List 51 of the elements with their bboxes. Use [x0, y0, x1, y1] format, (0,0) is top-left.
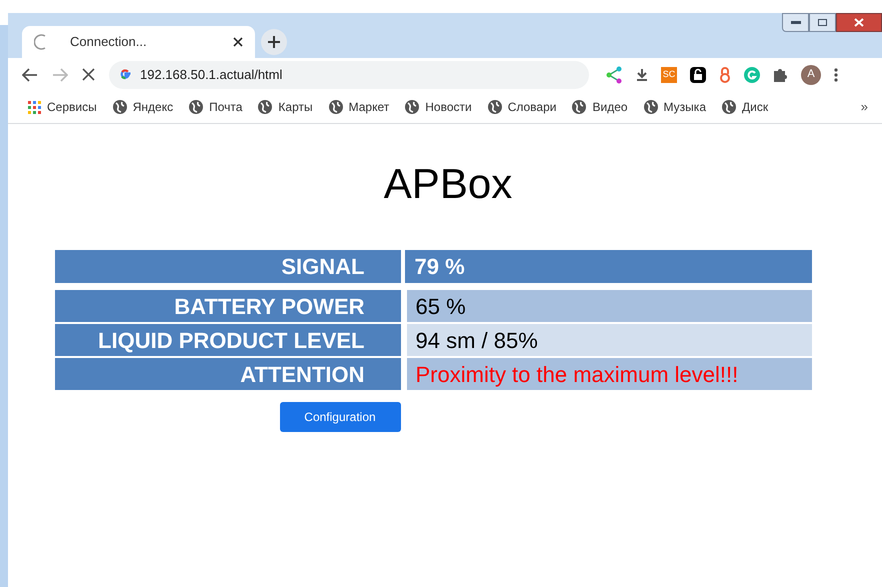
- value-cell: 65 %: [406, 290, 812, 322]
- globe-icon: [328, 100, 343, 114]
- close-icon: [854, 18, 864, 27]
- bookmark-link[interactable]: Видео: [592, 98, 628, 116]
- page-title: APBox: [384, 160, 512, 208]
- address-bar[interactable]: 192.168.50.1.actual/html: [109, 60, 589, 88]
- close-button[interactable]: [836, 13, 882, 32]
- maximize-button[interactable]: [809, 13, 836, 32]
- bookmark-link[interactable]: Почта: [209, 98, 242, 116]
- value-cell: 94 sm / 85%: [406, 324, 812, 356]
- bookmark-link[interactable]: Новости: [425, 98, 472, 116]
- value-cell: Proximity to the maximum level!!!: [406, 358, 812, 390]
- globe-icon: [572, 100, 586, 114]
- bookmark-link[interactable]: Маркет: [348, 98, 390, 116]
- label-cell: ATTENTION: [54, 358, 400, 390]
- close-icon[interactable]: [233, 37, 243, 47]
- globe-icon: [488, 100, 502, 114]
- globe-icon: [405, 100, 420, 114]
- bookmark-link[interactable]: Музыка: [664, 98, 706, 116]
- puzzle-icon[interactable]: [773, 67, 788, 82]
- share-icon[interactable]: [605, 66, 623, 84]
- menu-icon[interactable]: [834, 68, 838, 82]
- globe-icon: [189, 100, 204, 114]
- browser-tab[interactable]: Connection...: [22, 26, 255, 58]
- new-tab-button[interactable]: [261, 29, 287, 55]
- label-cell: LIQUID PRODUCT LEVEL: [54, 324, 400, 356]
- loading-icon: [34, 34, 48, 50]
- bookmark-link[interactable]: Карты: [278, 98, 313, 116]
- label-cell: SIGNAL: [54, 250, 400, 283]
- url-text: 192.168.50.1.actual/html: [140, 66, 282, 84]
- bookmark-link[interactable]: Словари: [508, 98, 556, 116]
- label-cell: BATTERY POWER: [54, 290, 400, 322]
- bookmark-link[interactable]: Сервисы: [47, 98, 97, 116]
- download-icon[interactable]: [636, 68, 648, 80]
- bookmark-link[interactable]: Яндекс: [132, 98, 174, 116]
- globe-icon: [112, 100, 127, 114]
- tab-title: Connection...: [70, 33, 148, 52]
- bookmark-link[interactable]: Диск: [742, 98, 768, 116]
- back-icon[interactable]: [22, 68, 38, 82]
- apps-icon: [28, 100, 41, 114]
- plus-icon: [268, 36, 280, 48]
- configuration-button[interactable]: Configuration: [280, 402, 400, 432]
- value-cell: 79 %: [404, 250, 812, 283]
- globe-icon: [258, 100, 272, 114]
- globe-icon: [722, 100, 736, 114]
- minimize-button[interactable]: [782, 13, 809, 32]
- globe-icon: [644, 100, 658, 114]
- stop-icon[interactable]: [82, 68, 95, 81]
- avatar[interactable]: A: [801, 64, 821, 84]
- more-bookmarks-button[interactable]: »: [860, 97, 868, 117]
- google-icon: [119, 68, 132, 81]
